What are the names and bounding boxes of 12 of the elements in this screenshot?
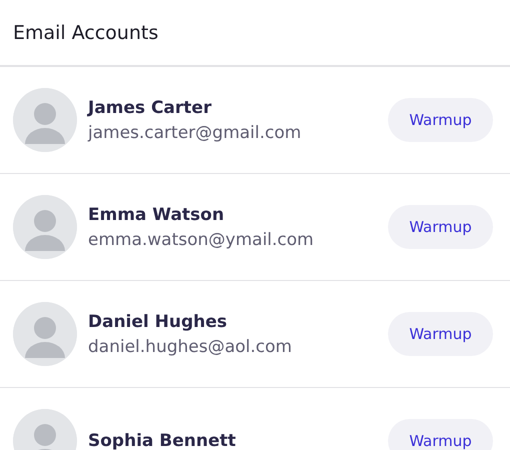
- warmup-button[interactable]: Warmup: [388, 98, 493, 142]
- account-name: Daniel Hughes: [88, 312, 228, 332]
- page-title: Email Accounts: [13, 22, 158, 44]
- warmup-button[interactable]: Warmup: [388, 312, 493, 356]
- warmup-button[interactable]: Warmup: [388, 419, 493, 450]
- account-email: daniel.hughes@aol.com: [88, 336, 293, 356]
- warmup-button[interactable]: Warmup: [388, 205, 493, 249]
- account-name: Sophia Bennett: [88, 431, 237, 450]
- account-name: James Carter: [88, 98, 212, 118]
- account-email: emma.watson@ymail.com: [88, 230, 315, 250]
- account-name: Emma Watson: [88, 204, 226, 224]
- account-email: james.carter@gmail.com: [88, 122, 302, 142]
